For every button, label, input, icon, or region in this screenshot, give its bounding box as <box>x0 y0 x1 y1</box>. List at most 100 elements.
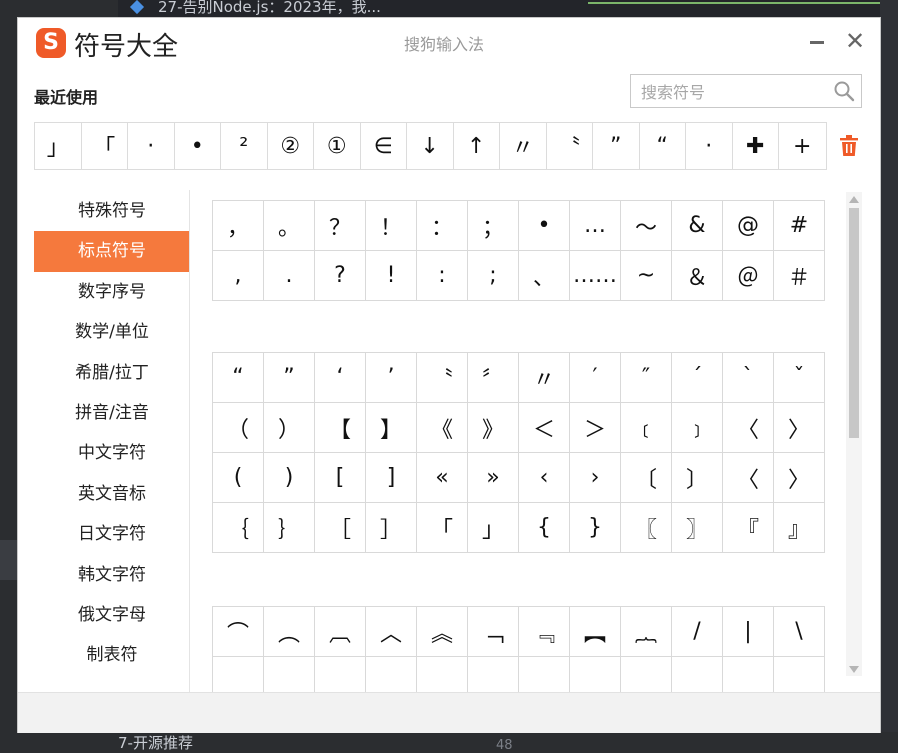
symbol-cell[interactable]: “ <box>213 353 264 403</box>
symbol-cell[interactable]: ︹ <box>315 607 366 657</box>
category-item[interactable]: 中文字符 <box>34 433 190 473</box>
title-bar[interactable]: S 符号大全 搜狗输入法 ✕ <box>18 18 880 68</box>
category-item[interactable]: 制表符 <box>34 635 190 675</box>
symbol-cell[interactable]: 〉 <box>774 453 825 503</box>
symbol-cell[interactable]: 〖 <box>621 503 672 553</box>
symbol-cell[interactable]: 『 <box>723 503 774 553</box>
search-input[interactable] <box>639 80 833 104</box>
recent-symbol[interactable]: ” <box>593 123 640 169</box>
symbol-cell[interactable]: ” <box>264 353 315 403</box>
symbol-cell[interactable]: ； <box>468 201 519 251</box>
symbol-cell[interactable]: ︻ <box>570 607 621 657</box>
symbol-cell[interactable]: 】 <box>366 403 417 453</box>
symbol-cell[interactable] <box>570 657 621 692</box>
symbol-cell[interactable]: \ <box>774 607 825 657</box>
symbol-cell[interactable]: ( <box>213 453 264 503</box>
category-item[interactable]: 标点符号 <box>34 231 190 272</box>
symbol-cell[interactable]: ， <box>213 201 264 251</box>
symbol-cell[interactable]: ︿ <box>366 607 417 657</box>
symbol-cell[interactable] <box>621 657 672 692</box>
category-item[interactable]: 拼音/注音 <box>34 393 190 433</box>
symbol-cell[interactable]: } <box>570 503 621 553</box>
symbol-cell[interactable]: 〞 <box>468 353 519 403</box>
recent-symbol[interactable]: · <box>128 123 175 169</box>
category-item[interactable]: 特殊符号 <box>34 191 190 231</box>
symbol-cell[interactable] <box>213 657 264 692</box>
symbol-cell[interactable]: ｛ <box>213 503 264 553</box>
recent-symbol[interactable]: 〝 <box>547 123 593 169</box>
symbol-cell[interactable]: ‘ <box>315 353 366 403</box>
search-icon[interactable] <box>833 80 855 102</box>
symbol-cell[interactable]: ＜ <box>519 403 570 453</box>
symbol-cell[interactable]: • <box>519 201 570 251</box>
recent-symbol[interactable]: ↓ <box>407 123 454 169</box>
symbol-cell[interactable] <box>417 657 468 692</box>
symbol-cell[interactable]: 「 <box>417 503 468 553</box>
scroll-up-arrow-icon[interactable] <box>849 196 859 203</box>
symbol-cell[interactable]: 》 <box>468 403 519 453</box>
symbol-cell[interactable]: ［ <box>315 503 366 553</box>
recent-symbol[interactable]: ① <box>314 123 361 169</box>
category-item[interactable]: 韩文字符 <box>34 555 190 595</box>
symbol-cell[interactable]: 」 <box>468 503 519 553</box>
symbol-cell[interactable]: ˇ <box>774 353 825 403</box>
symbol-cell[interactable]: ！ <box>366 201 417 251</box>
symbol-cell[interactable]: / <box>672 607 723 657</box>
symbol-cell[interactable]: ～ <box>621 201 672 251</box>
symbol-cell[interactable] <box>315 657 366 692</box>
symbol-cell[interactable]: ﹞ <box>672 403 723 453</box>
symbol-cell[interactable]: ˊ <box>672 353 723 403</box>
symbol-cell[interactable]: ) <box>264 453 315 503</box>
symbol-cell[interactable] <box>672 657 723 692</box>
scroll-thumb[interactable] <box>849 208 859 438</box>
symbol-cell[interactable]: ⌒ <box>213 607 264 657</box>
symbol-cell[interactable] <box>366 657 417 692</box>
symbol-cell[interactable]: ’ <box>366 353 417 403</box>
symbol-cell[interactable]: ］ <box>366 503 417 553</box>
category-item[interactable]: 数学/单位 <box>34 312 190 352</box>
symbol-cell[interactable]: ﹁ <box>468 607 519 657</box>
symbol-cell[interactable]: « <box>417 453 468 503</box>
search-box[interactable] <box>630 74 862 108</box>
symbol-cell[interactable]: ︵ <box>264 607 315 657</box>
recent-symbol[interactable]: 「 <box>82 123 128 169</box>
symbol-cell[interactable]: ︽ <box>417 607 468 657</box>
symbol-cell[interactable]: （ <box>213 403 264 453</box>
symbol-cell[interactable]: & <box>672 201 723 251</box>
symbol-scrollbar[interactable] <box>846 192 862 676</box>
symbol-cell[interactable]: ″ <box>621 353 672 403</box>
symbol-cell[interactable]: ︷ <box>621 607 672 657</box>
close-button[interactable]: ✕ <box>842 28 868 54</box>
category-item[interactable]: 日文字符 <box>34 514 190 554</box>
symbol-cell[interactable]: › <box>570 453 621 503</box>
symbol-cell[interactable]: ＞ <box>570 403 621 453</box>
recent-symbol[interactable]: • <box>175 123 221 169</box>
symbol-cell[interactable]: [ <box>315 453 366 503</box>
recent-symbol[interactable]: ② <box>268 123 314 169</box>
symbol-cell[interactable]: 〃 <box>519 353 570 403</box>
recent-symbol[interactable]: · <box>686 123 733 169</box>
recent-symbol[interactable]: “ <box>640 123 686 169</box>
symbol-cell[interactable]: 〗 <box>672 503 723 553</box>
recent-symbol[interactable]: + <box>779 123 826 169</box>
symbol-cell[interactable]: ： <box>417 201 468 251</box>
symbol-cell[interactable]: 〕 <box>672 453 723 503</box>
symbol-cell[interactable]: ﹃ <box>519 607 570 657</box>
symbol-cell[interactable]: : <box>417 251 468 301</box>
symbol-cell[interactable]: @ <box>723 201 774 251</box>
symbol-cell[interactable]: # <box>774 201 825 251</box>
category-item[interactable]: 英文音标 <box>34 474 190 514</box>
symbol-cell[interactable]: 〔 <box>621 453 672 503</box>
symbol-cell[interactable]: ＃ <box>774 251 825 301</box>
symbol-cell[interactable]: ~ <box>621 251 672 301</box>
recent-symbol[interactable]: ∈ <box>361 123 407 169</box>
symbol-cell[interactable]: ! <box>366 251 417 301</box>
symbol-cell[interactable]: , <box>213 251 264 301</box>
symbol-cell[interactable]: … <box>570 201 621 251</box>
symbol-cell[interactable]: ？ <box>315 201 366 251</box>
symbol-cell[interactable]: ｝ <box>264 503 315 553</box>
symbol-cell[interactable]: ; <box>468 251 519 301</box>
symbol-cell[interactable]: { <box>519 503 570 553</box>
symbol-cell[interactable]: 【 <box>315 403 366 453</box>
symbol-cell[interactable] <box>723 657 774 692</box>
